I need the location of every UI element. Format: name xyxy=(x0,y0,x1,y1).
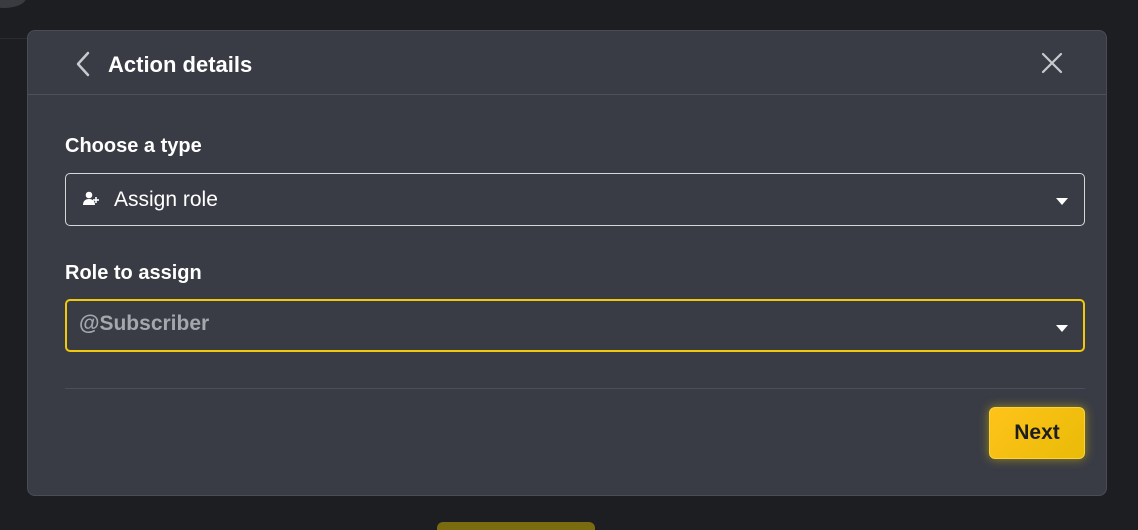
role-select[interactable]: @Subscriber xyxy=(65,299,1085,352)
chevron-left-icon xyxy=(76,51,90,77)
action-details-modal: Action details Choose a type Assign role… xyxy=(27,30,1107,496)
role-field-label: Role to assign xyxy=(65,262,202,284)
type-field-label: Choose a type xyxy=(65,135,202,157)
close-button[interactable] xyxy=(1038,49,1066,77)
user-add-icon xyxy=(83,191,99,205)
background-divider xyxy=(0,38,30,39)
modal-title: Action details xyxy=(108,52,253,77)
type-select[interactable]: Assign role xyxy=(65,173,1085,226)
close-icon xyxy=(1041,52,1063,74)
background-avatar xyxy=(0,0,26,8)
footer-divider xyxy=(65,388,1085,389)
role-select-placeholder: @Subscriber xyxy=(79,312,210,335)
chevron-down-icon xyxy=(1056,198,1068,205)
chevron-down-icon xyxy=(1056,325,1068,332)
back-button[interactable] xyxy=(72,51,94,77)
background-button xyxy=(437,522,595,530)
modal-header: Action details xyxy=(28,31,1106,95)
next-button[interactable]: Next xyxy=(989,407,1085,459)
type-select-value: Assign role xyxy=(114,188,218,211)
